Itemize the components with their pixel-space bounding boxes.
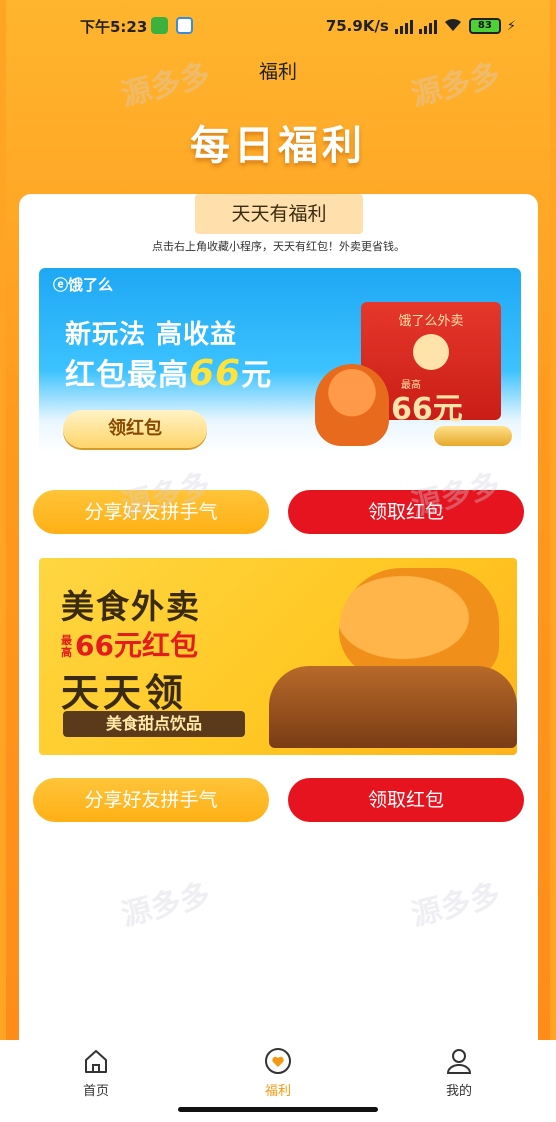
tab-mine-label: 我的 — [445, 1084, 472, 1099]
get-red-packet-button[interactable]: 领取红包 — [288, 490, 524, 534]
envelope-title: 饿了么外卖 — [398, 314, 464, 329]
get-red-packet-button[interactable]: 领取红包 — [288, 778, 524, 822]
heart-icon — [263, 1046, 293, 1076]
banner2-title: 美食外卖 — [61, 587, 201, 626]
banner1-amount: 66 — [189, 353, 242, 394]
claim-red-packet-button[interactable]: 领红包 — [63, 410, 207, 448]
eleme-banner[interactable]: ⓔ饿了么 新玩法 高收益 红包最高66元 领红包 饿了么外卖 最高 66元 — [39, 268, 521, 454]
home-icon — [81, 1046, 111, 1076]
signal-icon — [418, 19, 437, 34]
banner2-max-tag: 最高 — [61, 634, 72, 659]
kangaroo-mascot-image — [339, 568, 499, 678]
banner1-unit: 元 — [241, 358, 273, 393]
page: 下午5:23 75.9K/s 83 ⚡ 福利 每日福利 天天有福利 点击右上角收… — [0, 0, 556, 1122]
charging-icon: ⚡ — [506, 18, 516, 34]
tab-mine[interactable]: 我的 — [414, 1046, 504, 1099]
home-indicator — [178, 1107, 378, 1112]
status-bar: 下午5:23 75.9K/s 83 ⚡ — [0, 0, 556, 52]
tab-home-label: 首页 — [82, 1084, 109, 1099]
shiba-mascot-image — [315, 364, 389, 446]
nav-title: 福利 — [258, 61, 297, 83]
banner2-subtitle: 最高 66元红包 — [61, 624, 198, 664]
eleme-logo: ⓔ饿了么 — [53, 276, 114, 294]
cloud-icon — [176, 17, 193, 34]
banner2-daily: 天天领 — [61, 671, 188, 715]
tab-home[interactable]: 首页 — [51, 1046, 141, 1099]
card-tab-label: 天天有福利 — [195, 194, 363, 234]
envelope-amount: 66元 — [391, 392, 463, 427]
tab-welfare[interactable]: 福利 — [233, 1046, 323, 1099]
coins-image — [434, 426, 512, 446]
status-time: 下午5:23 — [80, 18, 148, 36]
banner1-prefix: 红包最高 — [65, 358, 189, 393]
wifi-icon — [443, 16, 463, 36]
signal-icon — [394, 19, 413, 34]
android-icon — [151, 17, 168, 34]
share-friends-button[interactable]: 分享好友拼手气 — [33, 490, 269, 534]
banner2-category-bar: 美食甜点饮品 — [63, 711, 245, 737]
eleme-logo-icon — [413, 334, 449, 370]
banner1-headline: 新玩法 高收益 — [65, 320, 238, 350]
network-speed: 75.9K/s — [325, 17, 389, 35]
card-hint: 点击右上角收藏小程序，天天有红包！外卖更省钱。 — [152, 240, 405, 253]
food-image — [269, 666, 517, 748]
battery-icon: 83 — [468, 18, 501, 34]
tab-welfare-label: 福利 — [264, 1084, 291, 1099]
user-icon — [444, 1046, 474, 1076]
status-right: 75.9K/s 83 ⚡ — [326, 16, 516, 36]
share-friends-button[interactable]: 分享好友拼手气 — [33, 778, 269, 822]
banner1-subheadline: 红包最高66元 — [65, 350, 272, 394]
food-delivery-banner[interactable]: 美食外卖 最高 66元红包 天天领 美食甜点饮品 — [39, 558, 517, 755]
banner2-amount: 66元红包 — [75, 629, 198, 662]
hero-title: 每日福利 — [190, 123, 366, 169]
welfare-card: 天天有福利 点击右上角收藏小程序，天天有红包！外卖更省钱。 ⓔ饿了么 新玩法 高… — [19, 194, 538, 1054]
